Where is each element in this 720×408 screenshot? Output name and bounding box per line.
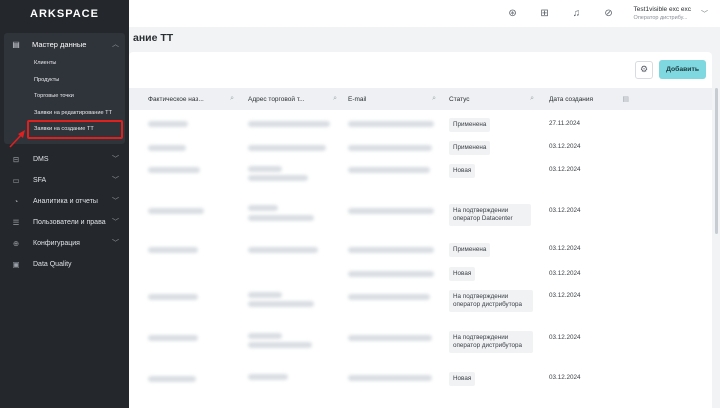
date-cell: 03.12.2024 [549, 374, 581, 381]
monitor-icon: ▭ [12, 175, 20, 185]
apps-grid-icon[interactable]: ⊞ [534, 3, 556, 25]
chevron-down-icon: ﹀ [112, 156, 119, 163]
status-badge: Новая [449, 372, 476, 386]
menu-list: ⊟ DMS ﹀ ▭ SFA ﹀ ◔ Аналитика и отчеты ﹀ ☰… [0, 149, 129, 275]
submenu-item-clients[interactable]: Клиенты [4, 55, 125, 72]
menu-item-users-rights[interactable]: ☰ Пользователи и права ﹀ [0, 212, 129, 233]
search-icon[interactable]: ⌕ [333, 95, 337, 103]
status-badge: На подтверждении оператор дистрибутора [449, 290, 533, 312]
user-role: Оператор дистрибу... [633, 14, 688, 21]
search-icon[interactable]: ⌕ [530, 95, 534, 103]
column-header-status[interactable]: Статус ⌕ [449, 95, 542, 103]
submenu-item-products[interactable]: Продукты [4, 72, 125, 89]
submenu-item-outlets[interactable]: Торговые точки [4, 88, 125, 105]
date-cell: 03.12.2024 [549, 270, 581, 277]
calendar-icon[interactable]: ▤ [622, 95, 629, 103]
menu-item-label: Конфигурация [33, 239, 80, 247]
status-badge: Новая [449, 267, 476, 281]
menu-item-label: Аналитика и отчеты [33, 197, 98, 205]
column-header-label: Дата создания [549, 95, 594, 103]
menu-item-analytics[interactable]: ◔ Аналитика и отчеты ﹀ [0, 191, 129, 212]
globe-icon: ⊕ [12, 238, 20, 248]
compass-icon[interactable]: ⊘ [598, 3, 620, 25]
menu-item-label: DMS [33, 155, 49, 163]
bell-icon[interactable]: ♫ [566, 3, 588, 25]
card-toolbar: ⚙ Добавить [129, 52, 712, 87]
chart-icon: ◔ [13, 196, 19, 206]
submenu-item-edit-requests[interactable]: Заявки на редактирование ТТ [4, 105, 125, 122]
menu-item-master-data[interactable]: ▤ Мастер данные ︿ [4, 33, 125, 55]
chevron-down-icon: ﹀ [112, 198, 119, 205]
column-header-label: Адрес торговой т... [248, 95, 305, 103]
status-badge: Новая [449, 164, 476, 178]
search-icon[interactable]: ⌕ [432, 95, 436, 103]
menu-item-sfa[interactable]: ▭ SFA ﹀ [0, 170, 129, 191]
box-icon: ⊟ [12, 154, 20, 164]
column-header-label: Статус [449, 95, 470, 103]
date-cell: 03.12.2024 [549, 207, 581, 214]
date-cell: 03.12.2024 [549, 245, 581, 252]
menu-item-label: Пользователи и права [33, 218, 106, 226]
date-cell: 03.12.2024 [549, 334, 581, 341]
calendar-icon: ▣ [12, 259, 20, 269]
page-title: ание ТТ [133, 32, 174, 44]
date-cell: 03.12.2024 [549, 166, 581, 173]
date-cell: 27.11.2024 [549, 120, 581, 127]
logo: ARKSPACE [30, 8, 99, 20]
status-badge: Применена [449, 141, 491, 155]
menu-item-dms[interactable]: ⊟ DMS ﹀ [0, 149, 129, 170]
column-header-date[interactable]: Дата создания ▤ [549, 95, 637, 104]
column-header-label: E-mail [348, 95, 367, 103]
column-header-address[interactable]: Адрес торговой т... ⌕ [248, 95, 345, 103]
scrollbar[interactable] [715, 88, 718, 234]
topbar: ⊛ ⊞ ♫ ⊘ Test1visible exc exc Оператор ди… [129, 0, 720, 27]
chevron-up-icon: ︿ [112, 41, 119, 48]
database-icon: ▤ [12, 39, 20, 49]
column-header-name[interactable]: Фактическое наз... ⌕ [148, 95, 242, 103]
status-badge: Применена [449, 243, 491, 257]
chevron-down-icon: ﹀ [112, 240, 119, 247]
menu-item-data-quality[interactable]: ▣ Data Quality [0, 254, 129, 275]
status-badge: Применена [449, 118, 491, 132]
column-header-email[interactable]: E-mail ⌕ [348, 95, 444, 103]
menu-item-label: Мастер данные [32, 39, 87, 49]
menu-item-configuration[interactable]: ⊕ Конфигурация ﹀ [0, 233, 129, 254]
chevron-down-icon: ﹀ [112, 177, 119, 184]
menu-group-master-data: ▤ Мастер данные ︿ Клиенты Продукты Торго… [4, 33, 125, 144]
sidebar: ARKSPACE ▤ Мастер данные ︿ Клиенты Проду… [0, 0, 129, 408]
user-name: Test1visible exc exc [633, 5, 691, 13]
status-badge: На подтверждении оператор Datacenter [449, 204, 531, 226]
support-icon[interactable]: ⊛ [502, 3, 524, 25]
search-icon[interactable]: ⌕ [230, 95, 234, 103]
date-cell: 03.12.2024 [549, 292, 581, 299]
menu-item-label: SFA [33, 176, 47, 184]
chevron-down-icon: ﹀ [701, 10, 708, 18]
user-menu[interactable]: Test1visible exc exc Оператор дистрибу..… [634, 6, 708, 22]
content-card: ⚙ Добавить Фактическое наз... ⌕ Адрес тор… [129, 52, 712, 408]
sliders-icon: ☰ [12, 217, 20, 227]
menu-item-label: Data Quality [33, 260, 72, 268]
add-button[interactable]: Добавить [659, 60, 706, 79]
submenu-item-create-requests[interactable]: Заявки на создание ТТ [27, 120, 123, 139]
column-header-label: Фактическое наз... [148, 95, 204, 103]
table-header: Фактическое наз... ⌕ Адрес торговой т... ⌕… [129, 88, 712, 110]
settings-button[interactable]: ⚙ [635, 60, 654, 79]
date-cell: 03.12.2024 [549, 143, 581, 150]
annotation-arrow-icon [9, 130, 25, 148]
gear-icon: ⚙ [640, 64, 649, 74]
status-badge: На подтверждении оператор дистрибутора [449, 331, 533, 353]
chevron-down-icon: ﹀ [112, 219, 119, 226]
